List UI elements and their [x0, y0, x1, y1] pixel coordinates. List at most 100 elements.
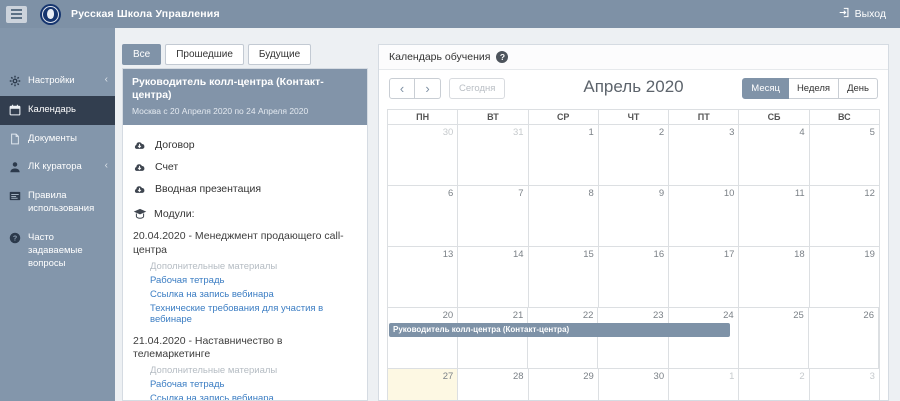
calendar-day-cell[interactable]: 23 [598, 308, 668, 368]
calendar-day-headers: ПНВТСРЧТПТСБВС [388, 110, 879, 124]
calendar-day-cell[interactable]: 8 [529, 186, 599, 246]
calendar-day-cell[interactable]: 21 [458, 308, 528, 368]
calendar-day-cell[interactable]: 2 [599, 125, 669, 185]
logout-label: Выход [855, 8, 886, 20]
calendar-day-cell[interactable]: 3 [810, 369, 879, 401]
course-card-header[interactable]: Руководитель колл-центра (Контакт-центра… [123, 69, 367, 125]
view-button-месяц[interactable]: Месяц [742, 78, 789, 99]
tab-past[interactable]: Прошедшие [165, 44, 244, 65]
calendar-day-cell[interactable]: 26 [809, 308, 879, 368]
help-question-icon[interactable]: ? [496, 51, 508, 63]
calendar-view-switcher: МесяцНеделяДень [742, 78, 878, 99]
module-link[interactable]: Ссылка на запись вебинара [150, 393, 357, 401]
calendar-day-cell[interactable]: 27 [388, 369, 458, 401]
sidebar-item-documents[interactable]: Документы [0, 125, 115, 154]
file-icon [9, 133, 21, 145]
calendar-event[interactable]: Руководитель колл-центра (Контакт-центра… [389, 323, 730, 337]
calendar-grid: ПНВТСРЧТПТСБВС 3031123456789101112131415… [387, 109, 880, 401]
module-link[interactable]: Рабочая тетрадь [150, 275, 357, 286]
tab-all[interactable]: Все [122, 44, 161, 65]
sidebar-item-rules[interactable]: Правила использования [0, 182, 115, 224]
calendar-day-cell[interactable]: 10 [669, 186, 739, 246]
calendar-day-cell[interactable]: 11 [739, 186, 809, 246]
calendar-day-cell[interactable]: 30 [599, 369, 669, 401]
sidebar-toggle-button[interactable] [6, 6, 27, 23]
calendar-day-cell[interactable]: 1 [529, 125, 599, 185]
calendar-day-cell[interactable]: 16 [599, 247, 669, 307]
calendar-day-cell[interactable]: 1 [669, 369, 739, 401]
module-link[interactable]: Технические требования для участия в веб… [150, 303, 357, 325]
calendar-week-row: 27282930123 [388, 368, 879, 401]
calendar-day-cell[interactable]: 31 [458, 125, 528, 185]
gear-icon [9, 75, 21, 87]
rsu-logo-icon [40, 4, 61, 25]
calendar-day-cell[interactable]: 24 [669, 308, 739, 368]
sidebar-item-label: ЛК куратора [28, 161, 98, 174]
calendar-day-cell[interactable]: 30 [388, 125, 458, 185]
prev-month-button[interactable]: ‹ [389, 78, 415, 99]
course-files: Договор СчетВводная презентация [133, 134, 357, 200]
course-dates: Москва с 20 Апреля 2020 по 24 Апреля 202… [132, 106, 358, 116]
calendar-day-cell[interactable]: 13 [388, 247, 458, 307]
calendar-day-cell[interactable]: 18 [739, 247, 809, 307]
svg-text:?: ? [13, 234, 17, 242]
sidebar-item-settings[interactable]: Настройки‹ [0, 67, 115, 96]
module-title: 20.04.2020 - Менеджмент продающего call-… [133, 230, 357, 257]
logout-button[interactable]: Выход [839, 7, 886, 21]
calendar-day-cell[interactable]: 17 [669, 247, 739, 307]
module-muted-label: Дополнительные материалы [150, 261, 357, 272]
calendar-day-cell[interactable]: 4 [739, 125, 809, 185]
calendar-dow-header: ПН [388, 110, 458, 124]
graduation-cap-icon [133, 208, 147, 220]
calendar-day-cell[interactable]: 5 [810, 125, 879, 185]
calendar-day-cell[interactable]: 3 [669, 125, 739, 185]
cloud-download-icon [133, 162, 146, 173]
calendar-day-cell[interactable]: 12 [810, 186, 879, 246]
calendar-day-cell[interactable]: 22 [528, 308, 598, 368]
calendar-nav: ‹ › [389, 78, 441, 99]
calendar-day-cell[interactable]: 29 [529, 369, 599, 401]
modules-heading: Модули: [133, 208, 357, 220]
sidebar-item-label: Правила использования [28, 190, 110, 216]
calendar-day-cell[interactable]: 20 [388, 308, 458, 368]
calendar-day-cell[interactable]: 25 [739, 308, 809, 368]
calendar-day-cell[interactable]: 2 [739, 369, 809, 401]
calendar-day-cell[interactable]: 7 [458, 186, 528, 246]
view-button-день[interactable]: День [839, 78, 878, 99]
cloud-download-icon [133, 184, 146, 195]
calendar-day-cell[interactable]: 9 [599, 186, 669, 246]
calendar-icon [9, 104, 21, 116]
tab-future[interactable]: Будущие [248, 44, 311, 65]
calendar-toolbar: ‹ › Сегодня Апрель 2020 МесяцНеделяДень [379, 70, 888, 106]
module-links: Дополнительные материалы Рабочая тетрадь С… [150, 261, 357, 325]
course-file-link[interactable]: Счет [133, 156, 357, 178]
view-button-неделя[interactable]: Неделя [789, 78, 839, 99]
course-file-link[interactable]: Договор [133, 134, 357, 156]
sidebar-item-calendar[interactable]: Календарь [0, 96, 115, 125]
calendar-day-cell[interactable]: 6 [388, 186, 458, 246]
today-button[interactable]: Сегодня [449, 78, 505, 99]
module-link[interactable]: Рабочая тетрадь [150, 379, 357, 390]
sidebar-item-label: Настройки [28, 75, 98, 88]
brand-title: Русская Школа Управления [71, 8, 220, 20]
calendar-week-row: 20212223242526 Руководитель колл-центра (… [388, 307, 879, 368]
calendar-dow-header: ПТ [669, 110, 739, 124]
question-icon: ? [9, 232, 21, 244]
calendar-day-cell[interactable]: 14 [458, 247, 528, 307]
calendar-day-cell[interactable]: 19 [810, 247, 879, 307]
course-file-link[interactable]: Вводная презентация [133, 178, 357, 200]
next-month-button[interactable]: › [415, 78, 441, 99]
calendar-dow-header: СБ [739, 110, 809, 124]
module-link[interactable]: Ссылка на запись вебинара [150, 289, 357, 300]
module-block: 20.04.2020 - Менеджмент продающего call-… [133, 230, 357, 324]
calendar-day-cell[interactable]: 15 [529, 247, 599, 307]
user-icon [9, 161, 21, 173]
course-title: Руководитель колл-центра (Контакт-центра… [132, 76, 358, 102]
module-block: 21.04.2020 - Наставничество в телемаркет… [133, 335, 357, 401]
sidebar-item-faq[interactable]: ? Часто задаваемые вопросы [0, 224, 115, 278]
sidebar-item-label: Часто задаваемые вопросы [28, 232, 110, 270]
calendar-day-cell[interactable]: 28 [458, 369, 528, 401]
course-file-label: Договор [155, 139, 195, 151]
sidebar-item-curator[interactable]: ЛК куратора‹ [0, 153, 115, 182]
sidebar-item-label: Документы [28, 133, 110, 146]
